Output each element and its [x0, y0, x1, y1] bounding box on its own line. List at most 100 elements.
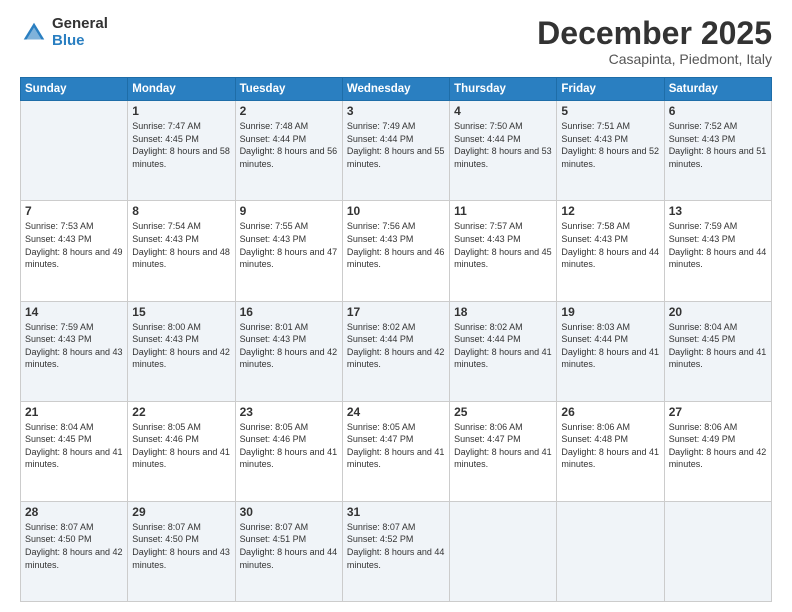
weekday-header-sunday: Sunday — [21, 78, 128, 101]
day-number: 24 — [347, 405, 445, 419]
calendar-week-row: 21 Sunrise: 8:04 AMSunset: 4:45 PMDayligh… — [21, 401, 772, 501]
day-info: Sunrise: 8:05 AMSunset: 4:46 PMDaylight:… — [240, 421, 338, 471]
weekday-header-row: SundayMondayTuesdayWednesdayThursdayFrid… — [21, 78, 772, 101]
day-info: Sunrise: 8:02 AMSunset: 4:44 PMDaylight:… — [454, 321, 552, 371]
calendar-cell: 17Sunrise: 8:02 AMSunset: 4:44 PMDayligh… — [342, 301, 449, 401]
calendar-cell: 12Sunrise: 7:58 AMSunset: 4:43 PMDayligh… — [557, 201, 664, 301]
logo-general: General — [52, 16, 108, 33]
calendar-cell: 15Sunrise: 8:00 AMSunset: 4:43 PMDayligh… — [128, 301, 235, 401]
day-info: Sunrise: 8:07 AMSunset: 4:50 PMDaylight:… — [25, 521, 123, 571]
weekday-header-thursday: Thursday — [450, 78, 557, 101]
calendar-cell: 10 Sunrise: 7:56 AMSunset: 4:43 PMDayligh… — [342, 201, 449, 301]
calendar-cell: 14 Sunrise: 7:59 AMSunset: 4:43 PMDayligh… — [21, 301, 128, 401]
day-info: Sunrise: 7:49 AMSunset: 4:44 PMDaylight:… — [347, 120, 445, 170]
calendar-cell: 25 Sunrise: 8:06 AMSunset: 4:47 PMDayligh… — [450, 401, 557, 501]
logo-icon — [20, 19, 48, 47]
day-number: 16 — [240, 305, 338, 319]
day-info: Sunrise: 7:53 AMSunset: 4:43 PMDaylight:… — [25, 220, 123, 270]
logo-blue: Blue — [52, 33, 108, 50]
calendar-cell: 23Sunrise: 8:05 AMSunset: 4:46 PMDayligh… — [235, 401, 342, 501]
day-number: 27 — [669, 405, 767, 419]
day-number: 21 — [25, 405, 123, 419]
calendar-cell: 5 Sunrise: 7:51 AMSunset: 4:43 PMDaylight… — [557, 101, 664, 201]
calendar-cell: 26 Sunrise: 8:06 AMSunset: 4:48 PMDayligh… — [557, 401, 664, 501]
calendar-cell: 31 Sunrise: 8:07 AMSunset: 4:52 PMDayligh… — [342, 501, 449, 601]
day-info: Sunrise: 8:02 AMSunset: 4:44 PMDaylight:… — [347, 321, 445, 371]
calendar-cell: 4 Sunrise: 7:50 AMSunset: 4:44 PMDaylight… — [450, 101, 557, 201]
calendar-cell — [557, 501, 664, 601]
day-number: 31 — [347, 505, 445, 519]
calendar-cell: 24 Sunrise: 8:05 AMSunset: 4:47 PMDayligh… — [342, 401, 449, 501]
day-number: 3 — [347, 104, 445, 118]
day-info: Sunrise: 8:07 AMSunset: 4:51 PMDaylight:… — [240, 521, 338, 571]
calendar-cell: 29 Sunrise: 8:07 AMSunset: 4:50 PMDayligh… — [128, 501, 235, 601]
day-info: Sunrise: 7:57 AMSunset: 4:43 PMDaylight:… — [454, 220, 552, 270]
logo-text: General Blue — [52, 16, 108, 49]
day-number: 26 — [561, 405, 659, 419]
day-number: 18 — [454, 305, 552, 319]
day-number: 28 — [25, 505, 123, 519]
day-info: Sunrise: 8:06 AMSunset: 4:48 PMDaylight:… — [561, 421, 659, 471]
calendar-cell — [664, 501, 771, 601]
calendar-cell: 19 Sunrise: 8:03 AMSunset: 4:44 PMDayligh… — [557, 301, 664, 401]
day-info: Sunrise: 8:06 AMSunset: 4:47 PMDaylight:… — [454, 421, 552, 471]
day-number: 25 — [454, 405, 552, 419]
day-number: 22 — [132, 405, 230, 419]
day-info: Sunrise: 8:07 AMSunset: 4:50 PMDaylight:… — [132, 521, 230, 571]
day-number: 20 — [669, 305, 767, 319]
calendar-cell: 3 Sunrise: 7:49 AMSunset: 4:44 PMDaylight… — [342, 101, 449, 201]
day-info: Sunrise: 7:47 AMSunset: 4:45 PMDaylight:… — [132, 120, 230, 170]
day-info: Sunrise: 7:51 AMSunset: 4:43 PMDaylight:… — [561, 120, 659, 170]
calendar-cell: 8 Sunrise: 7:54 AMSunset: 4:43 PMDaylight… — [128, 201, 235, 301]
day-info: Sunrise: 7:50 AMSunset: 4:44 PMDaylight:… — [454, 120, 552, 170]
location-subtitle: Casapinta, Piedmont, Italy — [537, 51, 772, 67]
day-number: 14 — [25, 305, 123, 319]
day-info: Sunrise: 8:04 AMSunset: 4:45 PMDaylight:… — [669, 321, 767, 371]
calendar-cell — [21, 101, 128, 201]
month-title: December 2025 — [537, 16, 772, 51]
calendar-cell: 20 Sunrise: 8:04 AMSunset: 4:45 PMDayligh… — [664, 301, 771, 401]
calendar-cell: 16 Sunrise: 8:01 AMSunset: 4:43 PMDayligh… — [235, 301, 342, 401]
day-info: Sunrise: 8:04 AMSunset: 4:45 PMDaylight:… — [25, 421, 123, 471]
calendar-cell: 28 Sunrise: 8:07 AMSunset: 4:50 PMDayligh… — [21, 501, 128, 601]
day-info: Sunrise: 7:59 AMSunset: 4:43 PMDaylight:… — [25, 321, 123, 371]
page: General Blue December 2025 Casapinta, Pi… — [0, 0, 792, 612]
logo: General Blue — [20, 16, 108, 49]
day-number: 5 — [561, 104, 659, 118]
day-number: 10 — [347, 204, 445, 218]
header: General Blue December 2025 Casapinta, Pi… — [20, 16, 772, 67]
day-info: Sunrise: 8:05 AMSunset: 4:46 PMDaylight:… — [132, 421, 230, 471]
day-info: Sunrise: 7:54 AMSunset: 4:43 PMDaylight:… — [132, 220, 230, 270]
day-number: 7 — [25, 204, 123, 218]
day-number: 30 — [240, 505, 338, 519]
calendar-cell: 27 Sunrise: 8:06 AMSunset: 4:49 PMDayligh… — [664, 401, 771, 501]
day-number: 11 — [454, 204, 552, 218]
weekday-header-monday: Monday — [128, 78, 235, 101]
calendar-cell: 13Sunrise: 7:59 AMSunset: 4:43 PMDayligh… — [664, 201, 771, 301]
day-info: Sunrise: 8:03 AMSunset: 4:44 PMDaylight:… — [561, 321, 659, 371]
day-number: 4 — [454, 104, 552, 118]
calendar-cell: 21 Sunrise: 8:04 AMSunset: 4:45 PMDayligh… — [21, 401, 128, 501]
calendar-week-row: 1 Sunrise: 7:47 AMSunset: 4:45 PMDaylight… — [21, 101, 772, 201]
day-info: Sunrise: 8:06 AMSunset: 4:49 PMDaylight:… — [669, 421, 767, 471]
day-number: 19 — [561, 305, 659, 319]
calendar-week-row: 28 Sunrise: 8:07 AMSunset: 4:50 PMDayligh… — [21, 501, 772, 601]
day-info: Sunrise: 8:05 AMSunset: 4:47 PMDaylight:… — [347, 421, 445, 471]
calendar-cell: 22 Sunrise: 8:05 AMSunset: 4:46 PMDayligh… — [128, 401, 235, 501]
day-info: Sunrise: 8:07 AMSunset: 4:52 PMDaylight:… — [347, 521, 445, 571]
day-number: 29 — [132, 505, 230, 519]
day-number: 8 — [132, 204, 230, 218]
weekday-header-saturday: Saturday — [664, 78, 771, 101]
title-block: December 2025 Casapinta, Piedmont, Italy — [537, 16, 772, 67]
weekday-header-friday: Friday — [557, 78, 664, 101]
calendar-cell: 1 Sunrise: 7:47 AMSunset: 4:45 PMDaylight… — [128, 101, 235, 201]
day-info: Sunrise: 8:00 AMSunset: 4:43 PMDaylight:… — [132, 321, 230, 371]
day-info: Sunrise: 7:56 AMSunset: 4:43 PMDaylight:… — [347, 220, 445, 270]
day-number: 1 — [132, 104, 230, 118]
weekday-header-tuesday: Tuesday — [235, 78, 342, 101]
day-info: Sunrise: 7:52 AMSunset: 4:43 PMDaylight:… — [669, 120, 767, 170]
day-number: 9 — [240, 204, 338, 218]
day-number: 12 — [561, 204, 659, 218]
day-info: Sunrise: 8:01 AMSunset: 4:43 PMDaylight:… — [240, 321, 338, 371]
day-info: Sunrise: 7:59 AMSunset: 4:43 PMDaylight:… — [669, 220, 767, 270]
